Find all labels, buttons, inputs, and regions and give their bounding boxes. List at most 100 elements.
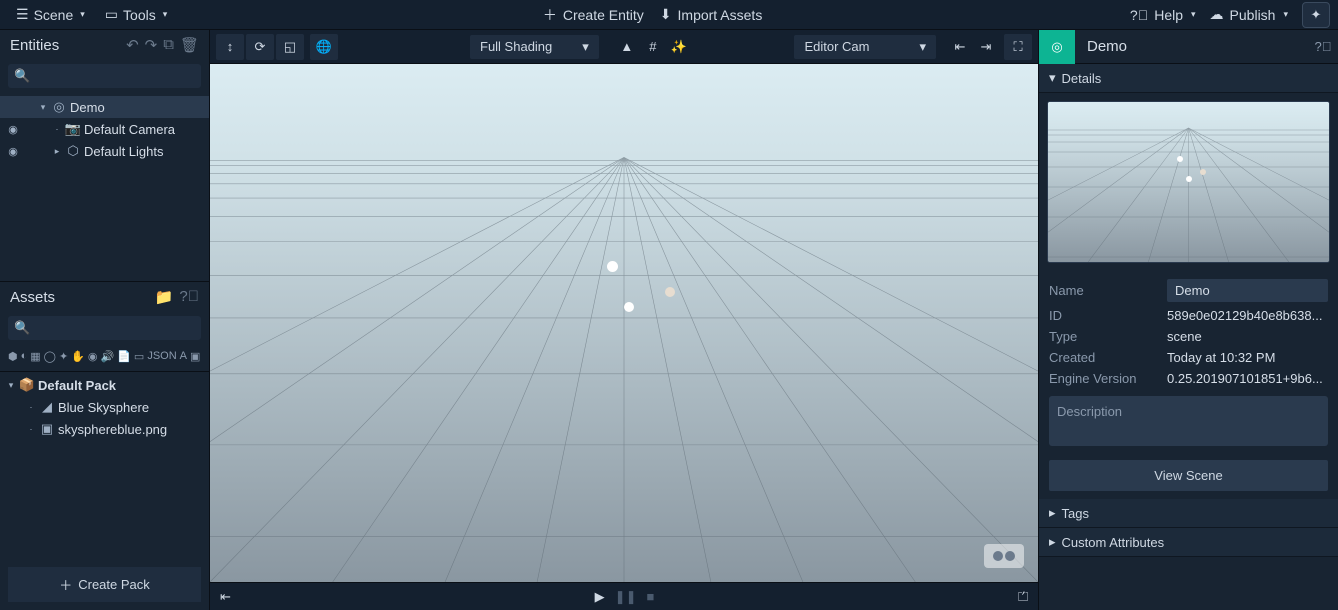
viewport-canvas[interactable] (210, 64, 1038, 582)
expand-icon[interactable]: ▾ (38, 102, 48, 113)
chevron-down-icon: ▾ (919, 39, 926, 55)
scene-icon: ◎ (52, 99, 66, 115)
undo-icon[interactable]: ↶ (126, 36, 139, 54)
asset-row-texture[interactable]: · ▣ skysphereblue.png (0, 418, 209, 440)
prop-id: ID 589e0e02129b40e8b638... (1049, 308, 1328, 323)
name-input[interactable]: Demo (1167, 279, 1328, 302)
plus-icon: ＋ (59, 575, 72, 594)
filter-skeleton-icon[interactable]: ✋ (71, 350, 85, 363)
entity-label: Default Lights (84, 144, 164, 159)
preview-gizmo (1200, 169, 1206, 175)
visibility-toggle[interactable]: ◉ (6, 123, 20, 136)
scene-menu[interactable]: ☰ Scene (8, 2, 93, 27)
prop-id-value: 589e0e02129b40e8b638... (1167, 308, 1328, 323)
trash-icon[interactable]: 🗑 (180, 36, 199, 54)
asset-pack-row[interactable]: ▾ 📦 Default Pack (0, 374, 209, 396)
inspector-tab-main[interactable]: ◎ (1039, 30, 1075, 64)
publish-menu[interactable]: ☁ Publish (1210, 6, 1288, 23)
shading-label: Full Shading (480, 39, 552, 54)
section-details-head[interactable]: ▾ Details (1039, 64, 1338, 93)
publish-label: Publish (1230, 7, 1276, 23)
visibility-toggle[interactable]: ◉ (6, 145, 20, 158)
prop-created-value: Today at 10:32 PM (1167, 350, 1328, 365)
play-button[interactable]: ▶ (595, 589, 605, 605)
prop-type-value: scene (1167, 329, 1328, 344)
entities-search-input[interactable] (34, 69, 210, 84)
description-textarea[interactable]: Description (1049, 396, 1328, 446)
help-icon[interactable]: ?⃝ (179, 288, 199, 306)
popout-button[interactable]: ⏍ (1018, 589, 1028, 605)
help-icon: ?⃝ (1130, 7, 1148, 23)
copy-icon[interactable]: ⧉ (163, 36, 174, 54)
fullscreen-button[interactable]: ⛶ (1004, 34, 1032, 60)
viewport-column: ↕ ⟳ ◱ 🌐 Full Shading ▾ ▲ # ✨ (210, 30, 1038, 610)
asset-row-skysphere[interactable]: · ◢ Blue Skysphere (0, 396, 209, 418)
stop-button[interactable]: ■ (646, 589, 654, 605)
entity-row-lights[interactable]: ◉ ▸ ⬡ Default Lights (0, 140, 209, 162)
view-scene-button[interactable]: View Scene (1049, 460, 1328, 491)
filter-texture-icon[interactable]: ▦ (30, 350, 40, 363)
section-custom-attrs-head[interactable]: ▸ Custom Attributes (1039, 528, 1338, 557)
frame-all-button[interactable]: ⇥ (974, 35, 998, 59)
section-tags-head[interactable]: ▸ Tags (1039, 499, 1338, 528)
filter-font-icon[interactable]: A (180, 350, 187, 363)
filter-sphere-icon[interactable]: ◉ (88, 350, 98, 363)
create-pack-button[interactable]: ＋ Create Pack (8, 567, 201, 602)
assets-panel-head: Assets 📁 ?⃝ (0, 281, 209, 312)
entity-row-camera[interactable]: ◉ · 📷 Default Camera (0, 118, 209, 140)
globe-tool[interactable]: 🌐 (310, 34, 338, 60)
scale-tool[interactable]: ◱ (276, 34, 304, 60)
filter-mesh-icon[interactable]: ⬢ (8, 350, 18, 363)
help-icon[interactable]: ?⃝ (1308, 39, 1338, 54)
rotate-tool[interactable]: ⟳ (246, 34, 274, 60)
expand-icon[interactable]: ▾ (6, 380, 16, 391)
vr-icon[interactable] (984, 544, 1024, 568)
playback-bar: ⇤ ▶ ❚❚ ■ ⏍ (210, 582, 1038, 610)
filter-json-icon[interactable]: JSON (147, 350, 176, 363)
section-details-label: Details (1062, 71, 1102, 86)
entity-row-demo[interactable]: ▾ ◎ Demo (0, 96, 209, 118)
asset-label: Blue Skysphere (58, 400, 149, 415)
tools-menu[interactable]: ▭ Tools (97, 2, 175, 27)
create-entity-button[interactable]: ＋ Create Entity (543, 5, 644, 25)
pause-button[interactable]: ❚❚ (615, 589, 637, 605)
step-back-button[interactable]: ⇤ (220, 589, 231, 605)
asset-pack-label: Default Pack (38, 378, 116, 393)
shading-dropdown[interactable]: Full Shading ▾ (470, 35, 599, 59)
filter-shape-icon[interactable]: ◯ (44, 350, 56, 363)
chevron-right-icon: ▸ (1049, 505, 1056, 521)
filter-animation-icon[interactable]: ✦ (59, 350, 68, 363)
scene-preview (1047, 101, 1330, 263)
filter-behavior-icon[interactable]: ▭ (134, 350, 144, 363)
inspector-panel: ◎ Demo ?⃝ ▾ Details (1038, 30, 1338, 610)
prop-engine: Engine Version 0.25.201907101851+9b6... (1049, 371, 1328, 386)
grid-toggle[interactable]: # (641, 35, 665, 59)
redo-icon[interactable]: ↷ (145, 36, 158, 54)
filter-sound-icon[interactable]: 🔊 (101, 350, 115, 363)
create-entity-label: Create Entity (563, 7, 644, 23)
expand-icon[interactable]: ▸ (52, 146, 62, 157)
filter-script-icon[interactable]: 📄 (117, 350, 131, 363)
assets-title: Assets (10, 289, 55, 306)
wand-tool[interactable]: ✨ (667, 35, 691, 59)
folder-icon[interactable]: 📁 (155, 288, 174, 306)
prop-created: Created Today at 10:32 PM (1049, 350, 1328, 365)
help-label: Help (1154, 7, 1183, 23)
filter-material-icon[interactable]: ◐ (21, 350, 28, 363)
entities-search[interactable]: 🔍 (8, 64, 201, 88)
camera-dropdown[interactable]: Editor Cam ▾ (794, 35, 936, 59)
skybox-toggle[interactable]: ▲ (615, 35, 639, 59)
frame-selected-button[interactable]: ⇤ (948, 35, 972, 59)
leaf-dot-icon: · (26, 424, 36, 434)
chevron-down-icon: ▾ (582, 39, 589, 55)
help-menu[interactable]: ?⃝ Help (1130, 7, 1196, 23)
filter-html-icon[interactable]: ▣ (190, 350, 200, 363)
extra-tool-button[interactable]: ✦ (1302, 2, 1330, 28)
translate-tool[interactable]: ↕ (216, 34, 244, 60)
import-assets-button[interactable]: ⬇ Import Assets (660, 5, 763, 25)
viewport-toolbar: ↕ ⟳ ◱ 🌐 Full Shading ▾ ▲ # ✨ (210, 30, 1038, 64)
assets-search[interactable]: 🔍 (8, 316, 201, 340)
cube-icon: 📦 (20, 377, 34, 393)
assets-search-input[interactable] (34, 321, 210, 336)
prop-type: Type scene (1049, 329, 1328, 344)
